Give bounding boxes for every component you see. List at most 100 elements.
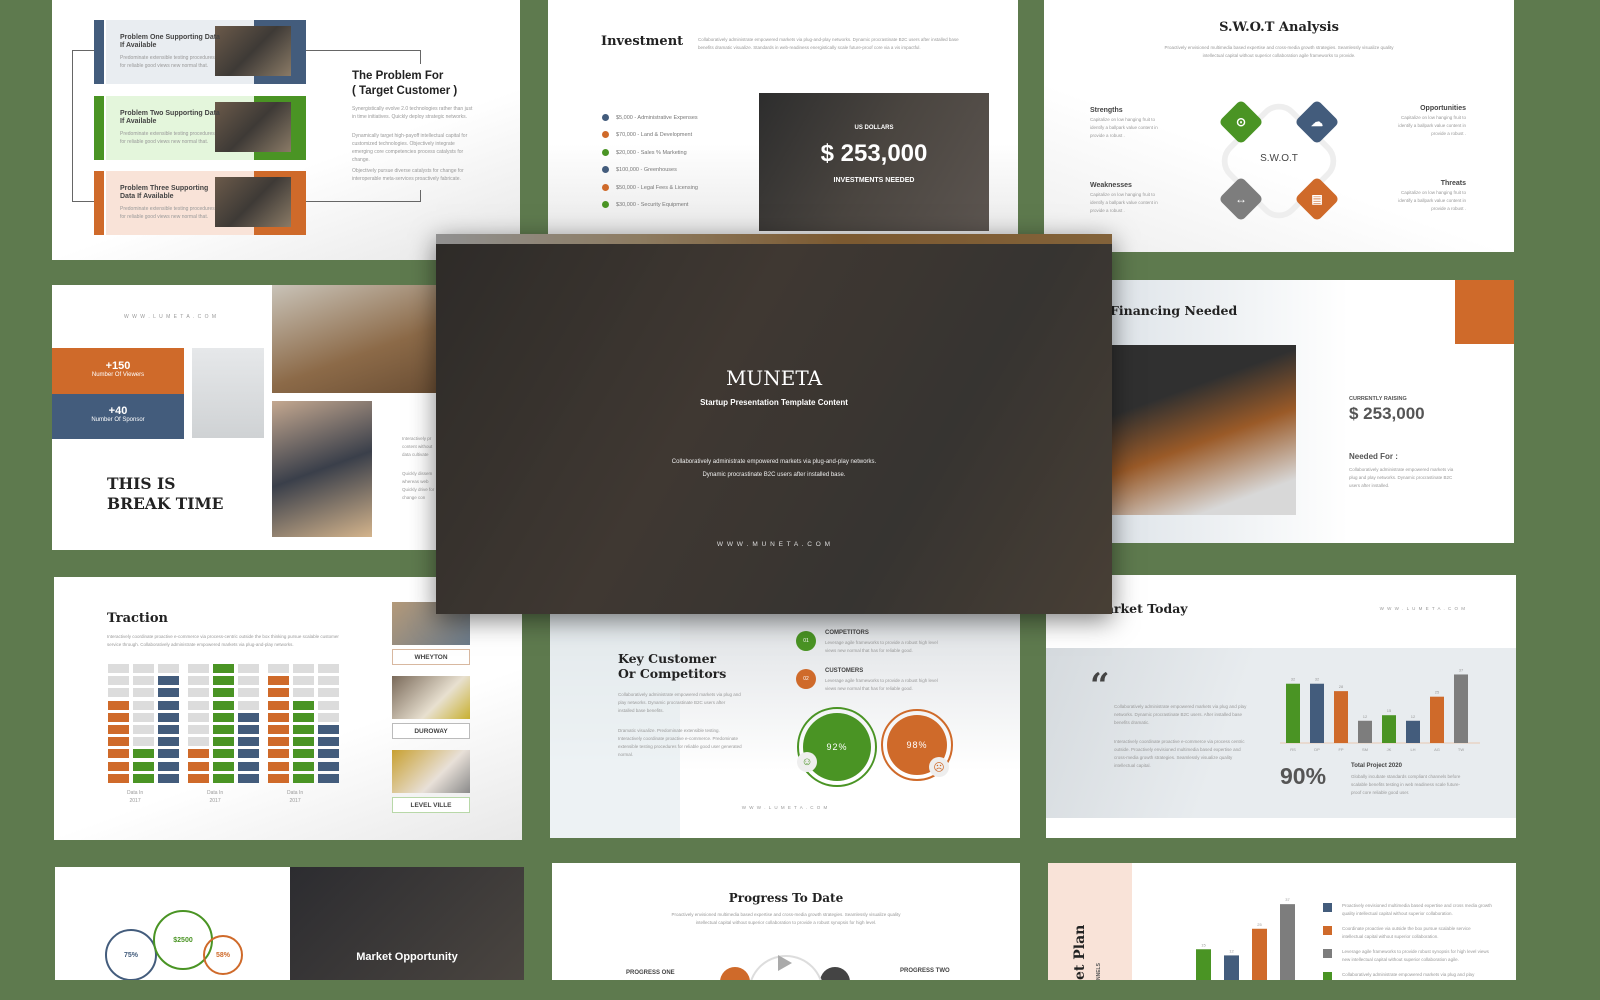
investment-desc: Collaboratively administrate empowered m… [698, 37, 959, 50]
investment-item: $30,000 - Security Equipment [602, 201, 688, 208]
traction-block [188, 700, 209, 710]
traction-block [238, 773, 259, 783]
traction-block [158, 737, 179, 747]
problem-para-3: Objectively pursue diverse catalysts for… [352, 168, 464, 182]
traction-block [158, 664, 179, 673]
swot-center-label: S.W.O.T [1260, 153, 1298, 164]
total-project-title: Total Project 2020 [1351, 763, 1402, 769]
traction-block [133, 664, 154, 673]
slide-progress[interactable]: Progress To Date Proactively envisioned … [552, 863, 1020, 980]
traction-block [268, 700, 289, 710]
traction-block [188, 737, 209, 747]
slide-financing[interactable]: Financing Needed CURRENTLY RAISING $ 253… [1100, 280, 1514, 543]
investment-photo: US DOLLARS $ 253,000 INVESTMENTS NEEDED [759, 93, 989, 231]
legend-swatch [1323, 926, 1332, 935]
traction-block [158, 773, 179, 783]
opportunities-label: Opportunities [1420, 105, 1466, 112]
bar-value-label: 32 [1291, 677, 1296, 682]
slide-hero-muneta[interactable]: MUNETA Startup Presentation Template Con… [436, 234, 1112, 614]
slide-problem[interactable]: Problem One Supporting Data If Available… [52, 0, 520, 260]
traction-block [188, 725, 209, 734]
cloud-icon: ☁ [1311, 115, 1323, 129]
slide-marketing-plan[interactable]: et Plan NNELS 15 12 25 37 Proactively envis… [1048, 863, 1516, 980]
legend-swatch [1323, 903, 1332, 912]
side-panel [1048, 863, 1132, 980]
problem-item-1: Problem One Supporting Data If Available… [94, 20, 306, 84]
traction-block [108, 761, 129, 771]
traction-block [293, 773, 314, 783]
slide-swot[interactable]: S.W.O.T Analysis Proactively envisioned … [1044, 0, 1514, 252]
problem-title: Problem Two Supporting Data If Available [120, 110, 220, 125]
threats-desc: Capitalize on low hanging fruit to ident… [1398, 190, 1466, 211]
bar-SM [1358, 720, 1372, 743]
viewers-stat: +150 Number Of Viewers [52, 348, 184, 394]
traction-block [293, 749, 314, 759]
traction-block [213, 688, 234, 698]
bar-LH [1406, 720, 1420, 743]
traction-block [213, 725, 234, 734]
plan-bar [1280, 904, 1295, 980]
legend-swatch [1323, 972, 1332, 980]
bullet-dot-icon [602, 184, 609, 191]
connector-left [72, 50, 94, 202]
circle-75: 75% [105, 929, 157, 980]
traction-desc: Interactively coordinate proactive e-com… [107, 634, 339, 647]
traction-block [318, 664, 339, 673]
x-tick-label: RS [1290, 747, 1296, 752]
plan-bar [1196, 949, 1211, 980]
slide-market-today[interactable]: Market Today W W W . L U M E T A . C O M… [1046, 575, 1516, 838]
card-icon: ▤ [1311, 192, 1323, 206]
problem-desc: Predominate extensible testing procedure… [120, 131, 215, 145]
traction-block [188, 664, 209, 673]
bar-AG [1430, 696, 1444, 743]
problem-item-3: Problem Three Supporting Data If Availab… [94, 171, 306, 235]
traction-block [318, 676, 339, 686]
opportunities-diamond: ☁ [1294, 99, 1340, 145]
legend-text: Coordinate proactive via outside the box… [1342, 926, 1471, 939]
slide-traction[interactable]: Traction Interactively coordinate proact… [54, 577, 522, 840]
key-customer-para-1: Collaboratively administrate empowered m… [618, 692, 741, 713]
traction-block [293, 725, 314, 734]
traction-block [238, 712, 259, 722]
x-tick-label: SM [1362, 747, 1368, 752]
traction-block [158, 700, 179, 710]
investment-item: $20,000 - Sales % Marketing [602, 149, 687, 156]
customers-desc: Leverage agile frameworks to provide a r… [825, 678, 938, 691]
traction-block [293, 737, 314, 747]
break-title: THIS IS BREAK TIME [107, 474, 224, 513]
traction-block [293, 676, 314, 686]
x-tick-label: JK [1387, 747, 1392, 752]
bar-TW [1454, 674, 1468, 743]
traction-block [293, 688, 314, 698]
legend-text: Proactively envisioned multimedia based … [1342, 903, 1492, 916]
bullet-dot-icon [602, 166, 609, 173]
bar-value-label: 32 [1315, 677, 1320, 682]
legend-swatch [1323, 949, 1332, 958]
traction-block [318, 725, 339, 734]
progress-orange-circle [720, 967, 750, 980]
slide-market-opportunity[interactable]: Market Opportunity [290, 867, 524, 980]
brand-level-ville: LEVEL VILLE [392, 797, 470, 813]
legend-text: Collaboratively administrate empowered m… [1342, 972, 1475, 977]
briefcase-icon: ↔ [1235, 192, 1247, 206]
currency-label: US DOLLARS [854, 125, 894, 131]
problem-para-2: Dynamically target high-payoff intellect… [352, 133, 468, 163]
x-tick-label: LH [1410, 747, 1415, 752]
slide-market-circles[interactable]: 75% $2500 58% [55, 867, 290, 980]
orange-accent [1455, 280, 1514, 344]
traction-block [213, 761, 234, 771]
bar-value-label: 37 [1459, 667, 1464, 672]
investment-item: $5,000 - Administrative Expenses [602, 114, 698, 121]
slide-investment[interactable]: Investment Collaboratively administrate … [548, 0, 1018, 240]
traction-block [213, 664, 234, 673]
connector-top [306, 50, 421, 64]
traction-block [133, 749, 154, 759]
marketing-bar-chart: 15 12 25 37 [1196, 897, 1295, 980]
slide-key-customer[interactable]: Key Customer Or Competitors Collaborativ… [550, 614, 1020, 838]
desk-photo [1110, 345, 1296, 515]
investment-amount: $ 253,000 [820, 140, 928, 167]
traction-block [293, 712, 314, 722]
traction-block [268, 773, 289, 783]
slide-break-time[interactable]: W W W . L U M E T A . C O M +150 Number … [52, 285, 442, 550]
traction-block [238, 737, 259, 747]
